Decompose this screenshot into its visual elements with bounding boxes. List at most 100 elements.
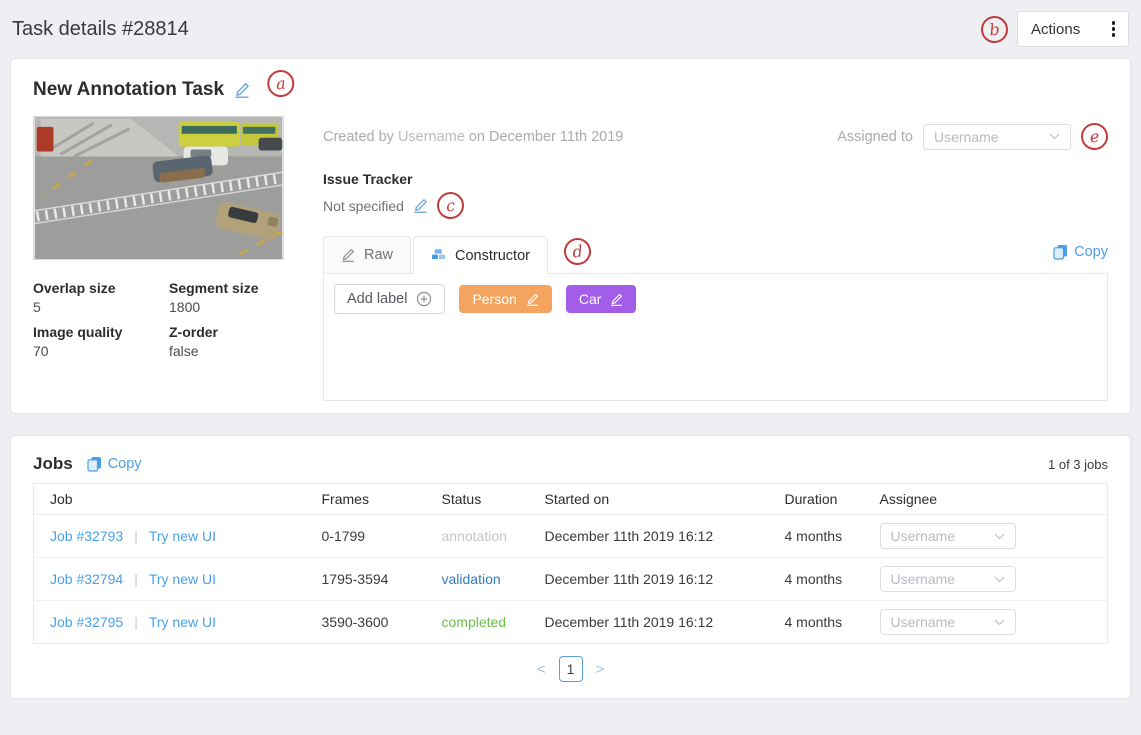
meta-value: 1800 <box>169 299 323 315</box>
pagination-next-icon[interactable]: > <box>596 662 605 677</box>
meta-value: 70 <box>33 343 169 359</box>
job-assignee-value: Username <box>891 571 956 587</box>
copy-icon <box>87 456 102 472</box>
blocks-icon <box>431 248 446 263</box>
label-chip-text: Person <box>472 291 516 307</box>
task-preview-image <box>33 116 284 260</box>
page-title: Task details #28814 <box>12 18 189 41</box>
task-title-row: New Annotation Task a <box>33 72 1108 108</box>
job-assignee-select[interactable]: Username <box>880 523 1016 549</box>
job-started: December 11th 2019 16:12 <box>529 558 769 601</box>
pencil-icon <box>610 293 623 306</box>
assigned-to-group: Assigned to Username e <box>837 123 1108 150</box>
annotation-circle-a: a <box>266 68 296 98</box>
link-separator: | <box>123 614 149 630</box>
pencil-icon <box>526 293 539 306</box>
more-vertical-icon <box>1112 21 1116 37</box>
task-left-column: Overlap size 5 Segment size 1800 Image q… <box>33 116 323 401</box>
job-row: Job #32794|Try new UI 1795-3594 validati… <box>34 558 1108 601</box>
add-label-button[interactable]: Add label <box>334 284 445 314</box>
issue-tracker-value: Not specified <box>323 198 404 214</box>
copy-labels-link[interactable]: Copy <box>1053 244 1108 260</box>
meta-item-zorder: Z-order false <box>169 324 323 359</box>
job-row: Job #32793|Try new UI 0-1799 annotation … <box>34 515 1108 558</box>
creator-username: Username <box>398 129 465 145</box>
job-status: annotation <box>442 528 507 544</box>
col-header-started: Started on <box>529 484 769 515</box>
job-status: completed <box>442 614 507 630</box>
job-assignee-select[interactable]: Username <box>880 566 1016 592</box>
col-header-assignee: Assignee <box>864 484 1108 515</box>
link-separator: | <box>123 528 149 544</box>
actions-button-label: Actions <box>1031 21 1080 38</box>
job-started: December 11th 2019 16:12 <box>529 515 769 558</box>
try-new-ui-link[interactable]: Try new UI <box>149 614 216 630</box>
annotation-circle-c: c <box>436 191 466 221</box>
edit-issue-tracker-icon[interactable] <box>413 198 428 213</box>
pagination-page-1[interactable]: 1 <box>559 656 583 682</box>
topbar-right: b Actions <box>981 11 1129 47</box>
tab-constructor-label: Constructor <box>455 248 530 264</box>
created-by-text: Created byUsernameon December 11th 2019 <box>323 129 623 145</box>
top-bar: Task details #28814 b Actions <box>10 0 1131 58</box>
job-link[interactable]: Job #32793 <box>50 528 123 544</box>
meta-value: 5 <box>33 299 169 315</box>
job-duration: 4 months <box>769 558 864 601</box>
job-assignee-value: Username <box>891 528 956 544</box>
job-assignee-select[interactable]: Username <box>880 609 1016 635</box>
assigned-to-label: Assigned to <box>837 129 913 145</box>
job-assignee-value: Username <box>891 614 956 630</box>
add-label-button-text: Add label <box>347 291 407 307</box>
meta-label: Segment size <box>169 280 323 296</box>
chevron-down-icon <box>994 619 1005 626</box>
edit-task-name-icon[interactable] <box>234 82 250 98</box>
copy-icon <box>1053 244 1068 260</box>
chevron-down-icon <box>1049 133 1060 140</box>
created-row: Created byUsernameon December 11th 2019 … <box>323 123 1108 150</box>
jobs-table-header-row: Job Frames Status Started on Duration As… <box>34 484 1108 515</box>
task-right-column: Created byUsernameon December 11th 2019 … <box>323 116 1108 401</box>
col-header-job: Job <box>34 484 306 515</box>
label-chip-person[interactable]: Person <box>459 285 551 313</box>
jobs-table: Job Frames Status Started on Duration As… <box>33 483 1108 644</box>
tab-raw-label: Raw <box>364 247 393 263</box>
link-separator: | <box>123 571 149 587</box>
chevron-down-icon <box>994 576 1005 583</box>
tab-raw[interactable]: Raw <box>323 236 411 273</box>
meta-label: Overlap size <box>33 280 169 296</box>
meta-label: Z-order <box>169 324 323 340</box>
annotation-circle-d: d <box>563 237 593 267</box>
job-row: Job #32795|Try new UI 3590-3600 complete… <box>34 601 1108 644</box>
meta-item-overlap: Overlap size 5 <box>33 280 169 315</box>
assignee-select-value: Username <box>934 129 999 145</box>
pagination-prev-icon[interactable]: < <box>537 662 546 677</box>
col-header-frames: Frames <box>306 484 426 515</box>
meta-label: Image quality <box>33 324 169 340</box>
meta-value: false <box>169 343 323 359</box>
col-header-duration: Duration <box>769 484 864 515</box>
jobs-pagination: < 1 > <box>33 656 1108 682</box>
assignee-select[interactable]: Username <box>923 124 1071 150</box>
plus-circle-icon <box>416 291 432 307</box>
jobs-count: 1 of 3 jobs <box>1048 457 1108 472</box>
job-frames: 1795-3594 <box>306 558 426 601</box>
job-duration: 4 months <box>769 601 864 644</box>
jobs-title: Jobs <box>33 454 73 474</box>
copy-jobs-link[interactable]: Copy <box>87 456 142 472</box>
jobs-header: Jobs Copy 1 of 3 jobs <box>33 447 1108 481</box>
task-body: Overlap size 5 Segment size 1800 Image q… <box>33 116 1108 401</box>
col-header-status: Status <box>426 484 529 515</box>
label-chip-car[interactable]: Car <box>566 285 637 313</box>
job-link[interactable]: Job #32794 <box>50 571 123 587</box>
try-new-ui-link[interactable]: Try new UI <box>149 528 216 544</box>
meta-item-segment: Segment size 1800 <box>169 280 323 315</box>
tab-constructor[interactable]: Constructor <box>413 236 548 274</box>
job-link[interactable]: Job #32795 <box>50 614 123 630</box>
try-new-ui-link[interactable]: Try new UI <box>149 571 216 587</box>
meta-item-quality: Image quality 70 <box>33 324 169 359</box>
actions-button[interactable]: Actions <box>1017 11 1129 47</box>
pencil-icon <box>341 248 355 262</box>
task-name: New Annotation Task <box>33 79 224 101</box>
annotation-circle-b: b <box>980 14 1010 44</box>
copy-link-label: Copy <box>108 456 142 472</box>
